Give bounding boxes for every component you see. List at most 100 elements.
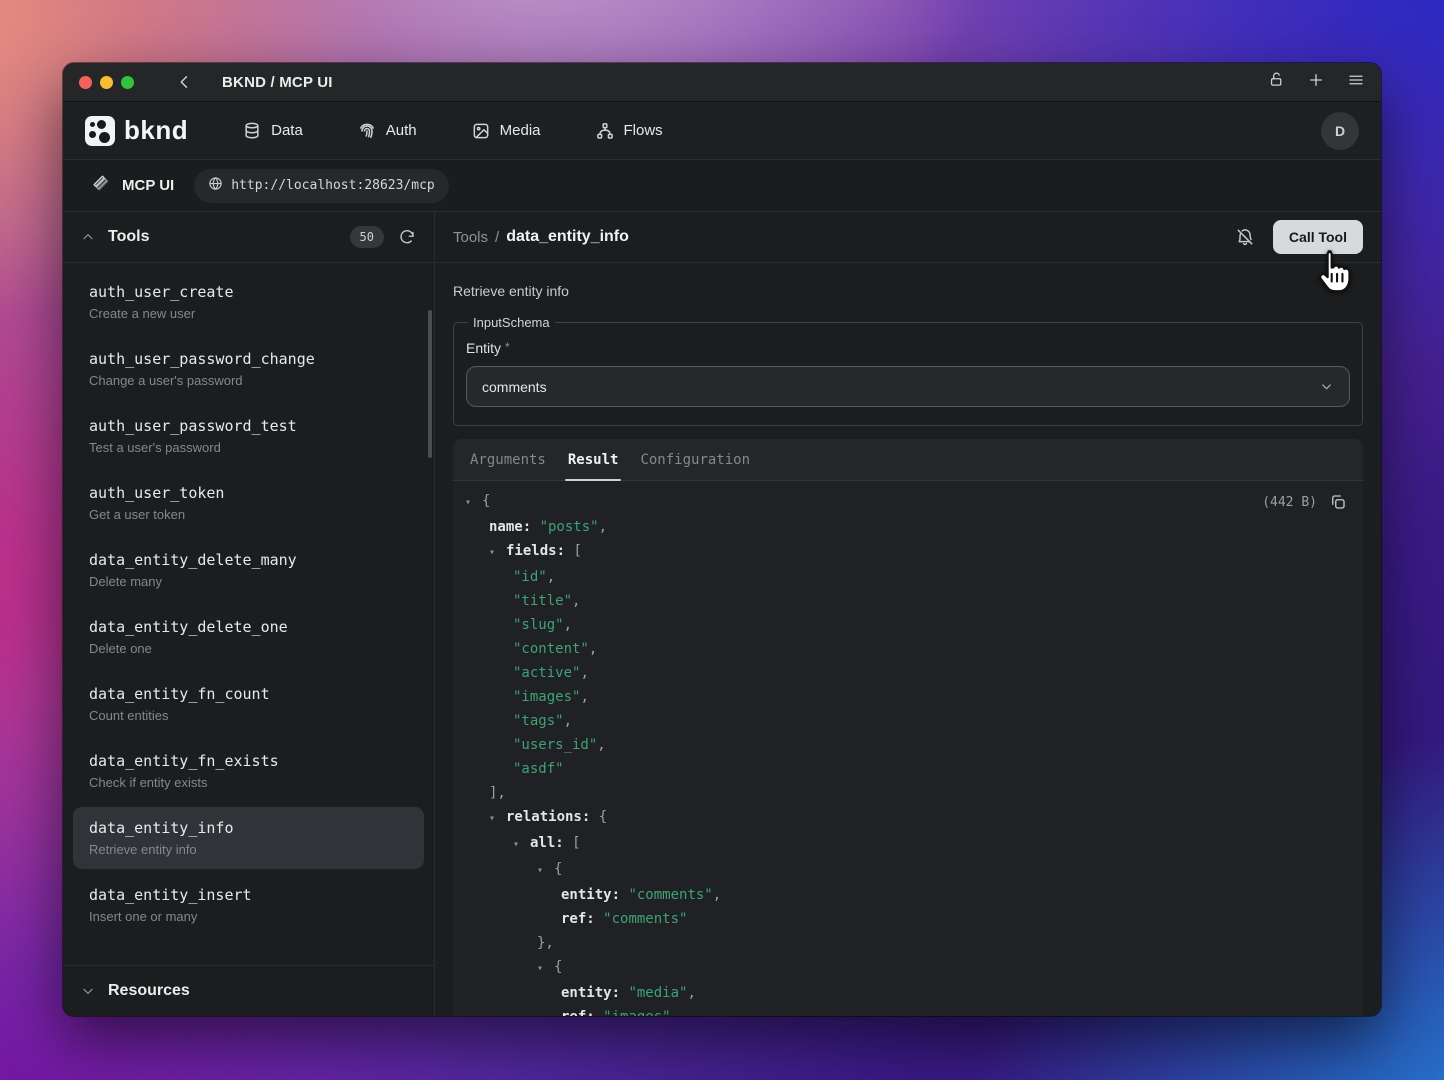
layers-icon: [90, 173, 110, 198]
tool-list-item[interactable]: data_entity_fn_count Count entities: [73, 673, 424, 735]
avatar[interactable]: D: [1321, 112, 1359, 150]
json-line: ],: [453, 781, 1363, 805]
nav-item-flows[interactable]: Flows: [595, 121, 663, 141]
image-icon: [471, 121, 491, 141]
json-line: },: [453, 931, 1363, 955]
hand-cursor: [1311, 248, 1357, 294]
traffic-lights: [79, 76, 134, 89]
tool-description: Create a new user: [89, 306, 408, 321]
tool-list-item[interactable]: auth_user_token Get a user token: [73, 472, 424, 534]
app-nav-bar: bknd Data Auth Media Flows D: [63, 102, 1381, 160]
json-line: "tags",: [453, 709, 1363, 733]
bell-off-icon[interactable]: [1235, 227, 1255, 247]
tool-description-text: Retrieve entity info: [453, 283, 1363, 299]
back-icon[interactable]: [176, 73, 194, 91]
json-line: name: "posts",: [453, 515, 1363, 539]
fingerprint-icon: [357, 121, 377, 141]
refresh-icon[interactable]: [398, 228, 416, 246]
json-line: "title",: [453, 589, 1363, 613]
chevron-up-icon: [81, 230, 95, 244]
json-tree[interactable]: ▾{ name: "posts", ▾fields: [ "id", "titl…: [453, 489, 1363, 1016]
window-title: BKND / MCP UI: [222, 74, 333, 91]
unlock-icon[interactable]: [1268, 71, 1285, 93]
json-line: "slug",: [453, 613, 1363, 637]
tool-name: auth_user_password_change: [89, 350, 408, 368]
json-line: entity: "comments",: [453, 883, 1363, 907]
new-tab-icon[interactable]: [1307, 71, 1325, 94]
tool-name: data_entity_delete_one: [89, 618, 408, 636]
copy-icon[interactable]: [1329, 493, 1347, 511]
tool-name: data_entity_delete_many: [89, 551, 408, 569]
json-line: ▾{: [453, 489, 1363, 515]
title-bar: BKND / MCP UI: [63, 63, 1381, 102]
tab[interactable]: Arguments: [459, 440, 557, 480]
tool-list-item[interactable]: auth_user_password_test Test a user's pa…: [73, 405, 424, 467]
tool-name: auth_user_token: [89, 484, 408, 502]
tool-name: data_entity_insert: [89, 886, 408, 904]
mcp-url: http://localhost:28623/mcp: [231, 178, 435, 193]
maximize-window-button[interactable]: [121, 76, 134, 89]
tab[interactable]: Configuration: [629, 440, 761, 480]
app-window: BKND / MCP UI bknd: [63, 63, 1381, 1016]
nav-item-data[interactable]: Data: [242, 121, 303, 141]
input-schema-fieldset: InputSchema Entity* comments: [453, 315, 1363, 426]
bknd-logo[interactable]: bknd: [85, 115, 188, 146]
tool-tab-panel: Arguments Result Configuration (442 B): [453, 439, 1363, 1016]
entity-select[interactable]: comments: [466, 366, 1350, 407]
tool-list-item[interactable]: data_entity_insert Insert one or many: [73, 874, 424, 936]
json-line: ref: "images": [453, 1005, 1363, 1016]
nav-item-auth[interactable]: Auth: [357, 121, 417, 141]
tool-name: auth_user_password_test: [89, 417, 408, 435]
required-asterisk: *: [505, 340, 510, 354]
tool-description: Insert one or many: [89, 909, 408, 924]
input-schema-legend: InputSchema: [468, 315, 555, 330]
tool-list: auth_user_create Create a new user auth_…: [63, 263, 434, 965]
tool-list-item[interactable]: data_entity_delete_one Delete one: [73, 606, 424, 668]
tools-section-header[interactable]: Tools 50: [63, 212, 434, 263]
tool-list-item[interactable]: auth_user_create Create a new user: [73, 271, 424, 333]
globe-icon: [208, 176, 223, 196]
chevron-down-icon: [81, 984, 95, 998]
json-line: "active",: [453, 661, 1363, 685]
tool-name: data_entity_fn_count: [89, 685, 408, 703]
tool-name: data_entity_info: [89, 819, 408, 837]
nav-item-media[interactable]: Media: [471, 121, 541, 141]
tools-section-title: Tools: [108, 228, 149, 246]
tool-list-item[interactable]: data_entity_info Retrieve entity info: [73, 807, 424, 869]
tab-bar: Arguments Result Configuration: [453, 439, 1363, 481]
breadcrumb-section[interactable]: Tools: [453, 229, 488, 246]
json-line: ▾{: [453, 857, 1363, 883]
workflow-icon: [595, 121, 615, 141]
bknd-logo-text: bknd: [124, 115, 188, 146]
resources-section-title: Resources: [108, 982, 190, 1000]
mcp-page-title: MCP UI: [122, 177, 174, 194]
tool-description: Get a user token: [89, 507, 408, 522]
json-line: "images",: [453, 685, 1363, 709]
menu-icon[interactable]: [1347, 71, 1365, 94]
tool-list-item[interactable]: auth_user_password_change Change a user'…: [73, 338, 424, 400]
json-line: "content",: [453, 637, 1363, 661]
json-line: "asdf": [453, 757, 1363, 781]
mcp-bar: MCP UI http://localhost:28623/mcp: [63, 160, 1381, 212]
database-icon: [242, 121, 262, 141]
sidebar-scrollbar[interactable]: [428, 310, 432, 458]
tool-list-item[interactable]: data_entity_fn_exists Check if entity ex…: [73, 740, 424, 802]
tool-list-item[interactable]: data_entity_delete_many Delete many: [73, 539, 424, 601]
entity-field-label: Entity*: [466, 340, 1350, 356]
json-line: "users_id",: [453, 733, 1363, 757]
nav-item-label: Media: [500, 122, 541, 139]
tab[interactable]: Result: [557, 440, 630, 480]
close-window-button[interactable]: [79, 76, 92, 89]
json-line: "id",: [453, 565, 1363, 589]
json-line: ref: "comments": [453, 907, 1363, 931]
tools-count-badge: 50: [350, 226, 384, 248]
json-line: ▾{: [453, 955, 1363, 981]
tool-name: auth_user_create: [89, 283, 408, 301]
mcp-url-pill[interactable]: http://localhost:28623/mcp: [194, 169, 449, 203]
minimize-window-button[interactable]: [100, 76, 113, 89]
nav-item-label: Data: [271, 122, 303, 139]
chevron-down-icon: [1319, 379, 1334, 394]
resources-section-header[interactable]: Resources: [63, 965, 434, 1016]
tool-description: Delete many: [89, 574, 408, 589]
tool-description: Retrieve entity info: [89, 842, 408, 857]
